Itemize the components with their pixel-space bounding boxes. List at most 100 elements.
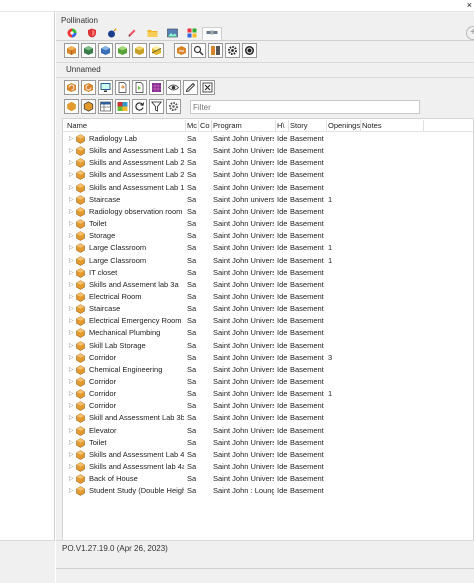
shade-button[interactable] (81, 43, 96, 58)
table-row[interactable]: ▷ Skill and Assessment Lab 3b Sa Saint John… (63, 412, 473, 424)
column-header-hvac[interactable]: H\ (277, 121, 287, 130)
grid-button[interactable] (149, 80, 164, 95)
expand-arrow-icon[interactable]: ▷ (69, 389, 74, 399)
table-row[interactable]: ▷ Radiology observation room Sa Saint John … (63, 206, 473, 218)
expand-arrow-icon[interactable]: ▷ (69, 219, 74, 229)
table-row[interactable]: ▷ Chemical Engineering Sa Saint John Univer… (63, 364, 473, 376)
expand-arrow-icon[interactable]: ▷ (69, 353, 74, 363)
table-row[interactable]: ▷ Corridor Sa Saint John Universit Ide Baseme… (63, 376, 473, 388)
delete-button[interactable] (200, 80, 215, 95)
column-header-mc[interactable]: Mc (187, 121, 197, 130)
expand-arrow-icon[interactable]: ▷ (69, 158, 74, 168)
add-tab-icon[interactable]: + (466, 26, 474, 40)
sync-button[interactable] (81, 80, 96, 95)
color-table-button[interactable] (115, 99, 130, 114)
table-row[interactable]: ▷ Skills and Assessment Lab 1b Sa Saint Joh… (63, 182, 473, 194)
door-button[interactable] (115, 43, 130, 58)
expand-arrow-icon[interactable]: ▷ (69, 146, 74, 156)
filter-input[interactable] (190, 100, 420, 114)
expand-arrow-icon[interactable]: ▷ (69, 365, 74, 375)
orient-button[interactable] (174, 43, 189, 58)
expand-arrow-icon[interactable]: ▷ (69, 170, 74, 180)
column-header-name[interactable]: Name (67, 121, 185, 130)
expand-arrow-icon[interactable]: ▷ (69, 377, 74, 387)
table-row[interactable]: ▷ Toilet Sa Saint John Universit Ide Basement (63, 218, 473, 230)
tab-bomb[interactable] (102, 27, 122, 41)
room-filter-button[interactable] (64, 99, 79, 114)
column-separator[interactable] (288, 120, 289, 131)
expand-arrow-icon[interactable]: ▷ (69, 413, 74, 423)
reload-button[interactable] (132, 99, 147, 114)
column-header-program[interactable]: Program (213, 121, 273, 130)
table-row[interactable]: ▷ Corridor Sa Saint John Universit Ide Baseme… (63, 400, 473, 412)
filter-button[interactable] (149, 99, 164, 114)
close-icon[interactable]: × (467, 0, 472, 10)
column-header-story[interactable]: Story (290, 121, 328, 130)
tab-pencil[interactable] (122, 27, 142, 41)
table-row[interactable]: ▷ IT closet Sa Saint John Universit Ide Basem… (63, 267, 473, 279)
column-header-openings[interactable]: Openings (328, 121, 360, 130)
table-row[interactable]: ▷ Elevator Sa Saint John Universit Ide Baseme… (63, 425, 473, 437)
table-row[interactable]: ▷ Staircase Sa Saint John universit Ide Basem… (63, 194, 473, 206)
expand-arrow-icon[interactable]: ▷ (69, 183, 74, 193)
room-button[interactable] (64, 43, 79, 58)
table-row[interactable]: ▷ Skills and Assessment lab 4a Sa Saint Joh… (63, 461, 473, 473)
table-row[interactable]: ▷ Student Study (Double Height ) Sa Saint J… (63, 485, 473, 497)
table-row[interactable]: ▷ Large Classroom Sa Saint John Universit Id… (63, 242, 473, 254)
power-button[interactable] (242, 43, 257, 58)
table-row[interactable]: ▷ Corridor Sa Saint John Universit Ide Baseme… (63, 388, 473, 400)
expand-arrow-icon[interactable]: ▷ (69, 328, 74, 338)
table-row[interactable]: ▷ Corridor Sa Saint John Universit Ide Baseme… (63, 352, 473, 364)
table-row[interactable]: ▷ Skills and Assessment Lab 4b Sa Saint Joh… (63, 449, 473, 461)
monitor-button[interactable] (98, 80, 113, 95)
shade-mesh-button[interactable] (149, 43, 164, 58)
table-view-button[interactable] (98, 99, 113, 114)
expand-arrow-icon[interactable]: ▷ (69, 438, 74, 448)
table-row[interactable]: ▷ Toilet Sa Saint John Universit Ide Basement (63, 437, 473, 449)
expand-arrow-icon[interactable]: ▷ (69, 462, 74, 472)
tab-satellite[interactable] (202, 27, 222, 41)
expand-arrow-icon[interactable]: ▷ (69, 426, 74, 436)
column-separator[interactable] (185, 120, 186, 131)
filter-settings-button[interactable] (166, 99, 181, 114)
table-row[interactable]: ▷ Electrical Room Sa Saint John Universit Id… (63, 291, 473, 303)
column-separator[interactable] (211, 120, 212, 131)
column-header-co[interactable]: Co (200, 121, 211, 130)
tab-puzzle[interactable] (182, 27, 202, 41)
table-row[interactable]: ▷ Storage Sa Saint John Universit Ide Basemen… (63, 230, 473, 242)
edit-button[interactable] (183, 80, 198, 95)
table-row[interactable]: ▷ Skills and Assessment Lab 1a Sa Saint Joh… (63, 145, 473, 157)
column-separator[interactable] (360, 120, 361, 131)
library-button[interactable] (208, 43, 223, 58)
expand-arrow-icon[interactable]: ▷ (69, 292, 74, 302)
export-button[interactable] (115, 80, 130, 95)
table-row[interactable]: ▷ Skills and Assement lab 3a Sa Saint John … (63, 279, 473, 291)
expand-arrow-icon[interactable]: ▷ (69, 280, 74, 290)
search-button[interactable] (191, 43, 206, 58)
tab-shield[interactable] (82, 27, 102, 41)
view-button[interactable] (166, 80, 181, 95)
expand-arrow-icon[interactable]: ▷ (69, 256, 74, 266)
table-row[interactable]: ▷ Mechanical Plumbing Sa Saint John Univers… (63, 327, 473, 339)
table-row[interactable]: ▷ Large Classroom Sa Saint John Universit Id… (63, 255, 473, 267)
tab-image[interactable] (162, 27, 182, 41)
expand-arrow-icon[interactable]: ▷ (69, 231, 74, 241)
column-separator[interactable] (275, 120, 276, 131)
expand-arrow-icon[interactable]: ▷ (69, 304, 74, 314)
table-row[interactable]: ▷ Skills and Assessment Lab 2b Sa Saint Joh… (63, 169, 473, 181)
expand-arrow-icon[interactable]: ▷ (69, 195, 74, 205)
expand-arrow-icon[interactable]: ▷ (69, 316, 74, 326)
table-row[interactable]: ▷ Electrical Emergency Room Sa Saint John U… (63, 315, 473, 327)
table-row[interactable]: ▷ Skills and Assessment Lab 2a Sa Saint Joh… (63, 157, 473, 169)
column-separator[interactable] (326, 120, 327, 131)
expand-arrow-icon[interactable]: ▷ (69, 134, 74, 144)
expand-arrow-icon[interactable]: ▷ (69, 243, 74, 253)
expand-arrow-icon[interactable]: ▷ (69, 207, 74, 217)
expand-arrow-icon[interactable]: ▷ (69, 486, 74, 496)
expand-arrow-icon[interactable]: ▷ (69, 450, 74, 460)
tab-folder[interactable] (142, 27, 162, 41)
run-button[interactable] (132, 80, 147, 95)
expand-arrow-icon[interactable]: ▷ (69, 341, 74, 351)
table-row[interactable]: ▷ Back of House Sa Saint John Universit Ide B… (63, 473, 473, 485)
face-button[interactable] (132, 43, 147, 58)
